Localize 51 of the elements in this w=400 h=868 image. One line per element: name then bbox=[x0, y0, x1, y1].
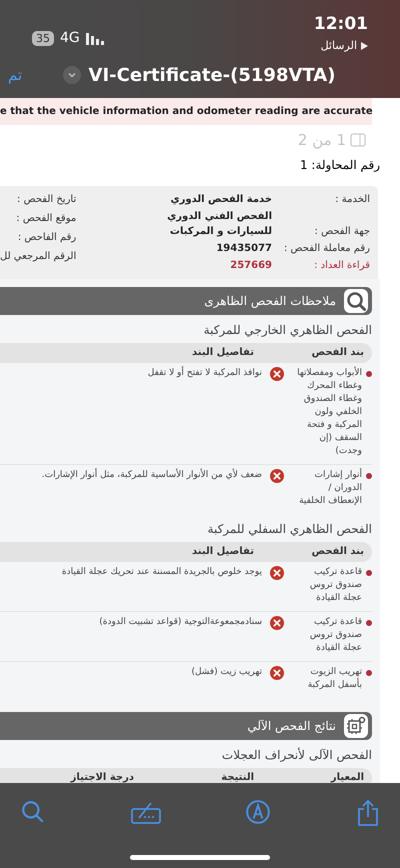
info-label: الخدمة : bbox=[334, 192, 370, 206]
info-label: موقع الفحص : bbox=[15, 212, 76, 226]
sidebar-icon[interactable] bbox=[350, 133, 366, 148]
column-heading: تفاصيل البند bbox=[191, 346, 254, 360]
column-heading: بند الفحص bbox=[310, 545, 364, 559]
item-detail: نوافذ المركبة لا تفتح أو لا تقفل bbox=[148, 366, 262, 380]
markup-pen-icon[interactable] bbox=[245, 799, 272, 825]
section-title: نتائج الفحص الآلي bbox=[247, 718, 336, 734]
info-value: 19435077 bbox=[215, 242, 272, 256]
inspection-item: أنوار إشارات الدوران / الإنعطاف الخلفية bbox=[298, 468, 362, 508]
info-label: جهة الفحص : bbox=[314, 224, 370, 238]
column-heading: درجة الاجتياز bbox=[69, 771, 134, 783]
back-triangle-icon bbox=[361, 42, 368, 50]
group-title: الفحص الظاهري السفلي للمركبة bbox=[206, 520, 372, 538]
info-label: قراءة العداد : bbox=[313, 258, 370, 272]
chip-gear-icon bbox=[344, 714, 368, 738]
inspection-item: قاعدة تركيب صندوق تروس عجلة القيادة bbox=[308, 566, 362, 604]
info-value: الفحص الفني الدوري للسيارات و المركبات bbox=[166, 210, 272, 238]
group-title: الفحص الآلى لأنحراف العجلات bbox=[220, 746, 372, 764]
item-detail: سنادمجمعوعةالتوجية (قواعد تشبيت الدودة) bbox=[99, 616, 262, 628]
inspection-item: تهريب الزيوت بأسفل المركبة bbox=[306, 666, 362, 692]
chevron-down-icon[interactable] bbox=[62, 66, 81, 84]
page-indicator: 1 من 2 bbox=[298, 130, 346, 151]
back-to-app-link[interactable]: الرسائل bbox=[320, 38, 357, 54]
inspection-item: الأبواب ومفصلاتها وغطاء المحرك وغطاء الصندوق الخلفي ولون المركبة و فتحة السقف (إن وجدت) bbox=[296, 366, 362, 458]
network-type: 4G bbox=[60, 29, 80, 48]
clock-time: 12:01 bbox=[314, 13, 368, 36]
share-icon[interactable] bbox=[356, 799, 380, 827]
section-title: ملاحظات الفحص الظاهرى bbox=[204, 292, 336, 310]
item-detail: يوجد خلوص بالجريدة المسننة عند تحريك عجلة القيادة bbox=[62, 566, 262, 578]
group-title: الفحص الظاهري الخارجي للمركبة bbox=[202, 322, 372, 338]
info-value: خدمة الفحص الدوري bbox=[169, 192, 272, 206]
info-label: رقم معاملة الفحص : bbox=[282, 242, 370, 256]
info-value: 257669 bbox=[229, 258, 272, 272]
info-label: الرقم المرجعي لل bbox=[0, 250, 76, 264]
column-heading: المعيار bbox=[330, 771, 364, 783]
search-icon[interactable] bbox=[20, 799, 46, 825]
item-detail: تهريب زيت (فشل) bbox=[191, 666, 262, 678]
attempt-number: رقم المحاولة: 1 bbox=[298, 156, 381, 174]
battery-level: 35 bbox=[32, 31, 54, 46]
search-icon bbox=[344, 288, 368, 312]
info-label: تاريخ الفحص : bbox=[16, 192, 76, 206]
column-heading: النتيجة bbox=[220, 771, 254, 783]
inspection-item: قاعدة تركيب صندوق تروس عجلة القيادة bbox=[308, 616, 362, 654]
document-title: VI-Certificate-(5198VTA) bbox=[88, 64, 336, 88]
column-heading: تفاصيل البند bbox=[191, 545, 254, 559]
signal-icon bbox=[86, 32, 104, 44]
column-heading: بند الفحص bbox=[310, 346, 364, 360]
info-label: رقم الفاحص : bbox=[16, 230, 76, 244]
item-detail: ضعف لأي من الأنوار الأساسية للمركبة، مثل أنوار الإشارات. bbox=[42, 468, 262, 482]
notice-banner: e that the vehicle information and odometer reading are accurate bbox=[0, 98, 372, 125]
